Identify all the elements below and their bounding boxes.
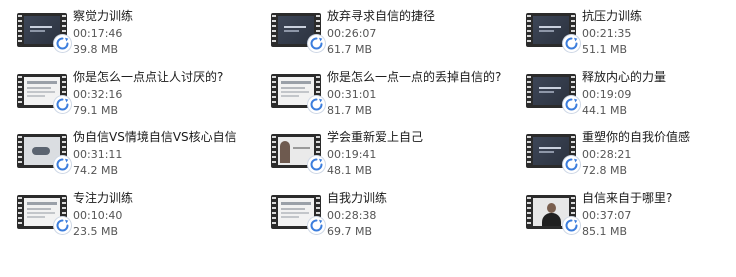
file-item[interactable]: 释放内心的力量 00:19:09 44.1 MB <box>509 61 736 121</box>
refresh-sync-icon <box>563 217 580 234</box>
file-size: 74.2 MB <box>73 164 119 177</box>
file-size: 79.1 MB <box>73 104 119 117</box>
file-size: 39.8 MB <box>73 43 119 56</box>
video-file-icon <box>17 13 71 52</box>
file-item[interactable]: 放弃寻求自信的捷径 00:26:07 61.7 MB <box>254 0 484 60</box>
file-size: 81.7 MB <box>327 104 373 117</box>
file-title: 自信来自于哪里? <box>582 191 673 205</box>
refresh-sync-icon <box>563 156 580 173</box>
file-title: 伪自信VS情境自信VS核心自信 <box>73 130 237 144</box>
refresh-sync-icon <box>563 35 580 52</box>
file-item[interactable]: 你是怎么一点点让人讨厌的? 00:32:16 79.1 MB <box>0 61 230 121</box>
file-item[interactable]: 专注力训练 00:10:40 23.5 MB <box>0 182 230 242</box>
video-file-icon <box>17 134 71 173</box>
video-file-icon <box>271 134 325 173</box>
refresh-sync-icon <box>54 217 71 234</box>
file-size: 85.1 MB <box>582 225 628 238</box>
file-size: 69.7 MB <box>327 225 373 238</box>
file-title: 你是怎么一点点让人讨厌的? <box>73 70 224 84</box>
file-duration: 00:31:11 <box>73 148 123 161</box>
file-item[interactable]: 自信来自于哪里? 00:37:07 85.1 MB <box>509 182 736 242</box>
file-duration: 00:17:46 <box>73 27 123 40</box>
file-title: 你是怎么一点一点的丢掉自信的? <box>327 70 502 84</box>
video-file-icon <box>271 13 325 52</box>
video-file-icon <box>526 13 580 52</box>
video-file-icon <box>526 195 580 234</box>
file-item[interactable]: 伪自信VS情境自信VS核心自信 00:31:11 74.2 MB <box>0 121 237 181</box>
video-file-icon <box>17 74 71 113</box>
file-duration: 00:28:21 <box>582 148 632 161</box>
refresh-sync-icon <box>54 35 71 52</box>
refresh-sync-icon <box>54 96 71 113</box>
video-file-icon <box>526 74 580 113</box>
file-grid: 察觉力训练 00:17:46 39.8 MB 放弃寻求自信的捷径 00:26:07 61.… <box>0 0 736 277</box>
file-item[interactable]: 你是怎么一点一点的丢掉自信的? 00:31:01 81.7 MB <box>254 61 502 121</box>
file-title: 重塑你的自我价值感 <box>582 130 691 144</box>
file-item[interactable]: 察觉力训练 00:17:46 39.8 MB <box>0 0 230 60</box>
refresh-sync-icon <box>563 96 580 113</box>
file-title: 放弃寻求自信的捷径 <box>327 9 436 23</box>
file-title: 专注力训练 <box>73 191 134 205</box>
file-duration: 00:32:16 <box>73 88 123 101</box>
file-item[interactable]: 学会重新爱上自己 00:19:41 48.1 MB <box>254 121 484 181</box>
file-size: 48.1 MB <box>327 164 373 177</box>
refresh-sync-icon <box>308 156 325 173</box>
file-duration: 00:31:01 <box>327 88 377 101</box>
video-file-icon <box>526 134 580 173</box>
file-size: 23.5 MB <box>73 225 119 238</box>
refresh-sync-icon <box>308 35 325 52</box>
file-title: 释放内心的力量 <box>582 70 667 84</box>
file-duration: 00:19:41 <box>327 148 377 161</box>
file-title: 察觉力训练 <box>73 9 134 23</box>
file-size: 51.1 MB <box>582 43 628 56</box>
video-file-icon <box>271 195 325 234</box>
video-file-icon <box>17 195 71 234</box>
file-size: 61.7 MB <box>327 43 373 56</box>
refresh-sync-icon <box>308 217 325 234</box>
refresh-sync-icon <box>54 156 71 173</box>
file-item[interactable]: 抗压力训练 00:21:35 51.1 MB <box>509 0 736 60</box>
file-title: 自我力训练 <box>327 191 388 205</box>
file-item[interactable]: 自我力训练 00:28:38 69.7 MB <box>254 182 484 242</box>
video-file-icon <box>271 74 325 113</box>
file-duration: 00:28:38 <box>327 209 377 222</box>
file-duration: 00:10:40 <box>73 209 123 222</box>
file-title: 抗压力训练 <box>582 9 643 23</box>
file-duration: 00:37:07 <box>582 209 632 222</box>
file-duration: 00:19:09 <box>582 88 632 101</box>
refresh-sync-icon <box>308 96 325 113</box>
file-size: 72.8 MB <box>582 164 628 177</box>
file-duration: 00:21:35 <box>582 27 632 40</box>
file-size: 44.1 MB <box>582 104 628 117</box>
file-duration: 00:26:07 <box>327 27 377 40</box>
file-item[interactable]: 重塑你的自我价值感 00:28:21 72.8 MB <box>509 121 736 181</box>
file-title: 学会重新爱上自己 <box>327 130 424 144</box>
